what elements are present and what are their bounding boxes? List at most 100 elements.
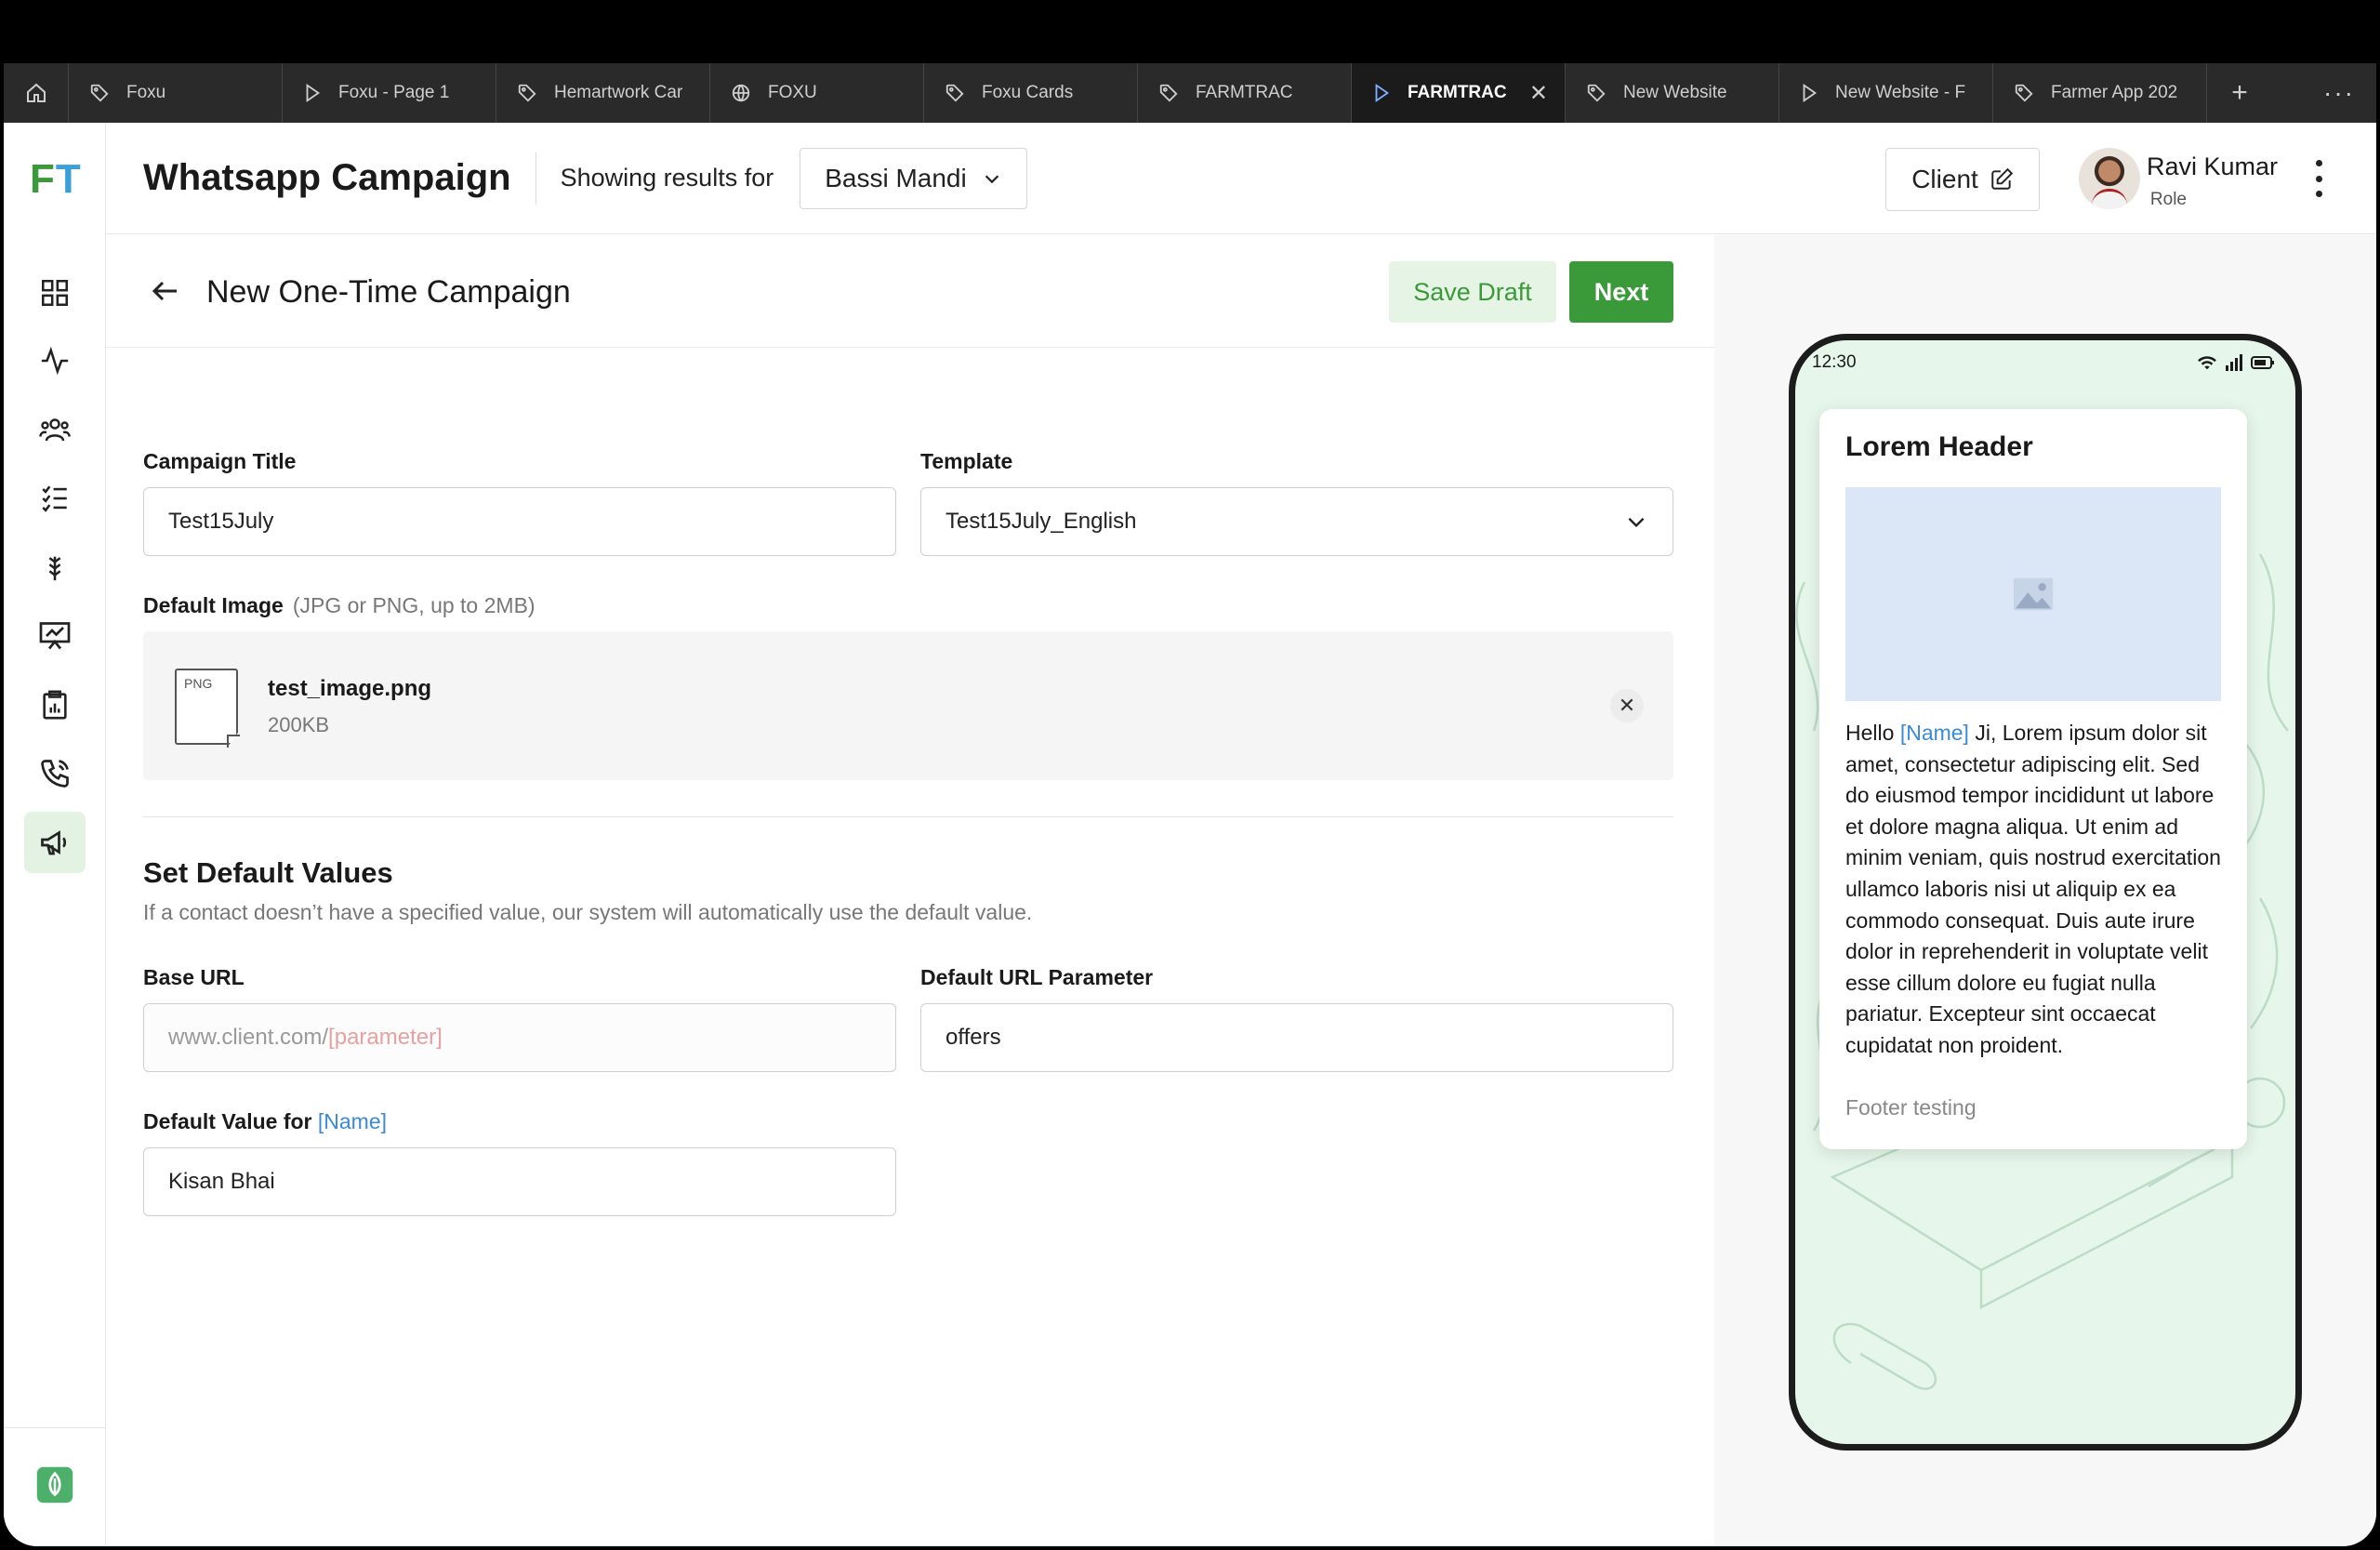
browser-tab[interactable]: FARMTRAC [1138,63,1352,123]
file-type-label: PNG [184,676,213,691]
sidebar-item-campaigns[interactable] [24,812,86,873]
clipboard-chart-icon [43,690,67,720]
home-tab[interactable] [4,63,69,123]
tab-label: FARMTRAC [1408,83,1507,102]
tag-icon [1158,83,1179,103]
back-button[interactable] [149,274,182,312]
campaign-title-value: Test15July [168,509,274,534]
phone-mockup: 12:30 Lorem Header Hello [Name] Ji, Lore… [1789,334,2302,1451]
browser-tab[interactable]: New Website [1566,63,1779,123]
sidebar-item-contacts[interactable] [24,399,86,460]
message-name-variable: [Name] [1899,721,1969,745]
template-select[interactable]: Test15July_English [920,487,1673,556]
campaign-title-input[interactable]: Test15July [143,487,896,556]
logo-letter-t: T [55,156,82,202]
browser-tab[interactable]: Hemartwork Car [496,63,710,123]
battery-icon [2251,356,2274,369]
browser-tab[interactable]: Farmer App 202 [1993,63,2207,123]
message-preview-pane: 12:30 Lorem Header Hello [Name] Ji, Lore… [1714,235,2376,1546]
tag-icon [89,83,110,103]
message-greeting: Hello [1845,721,1895,745]
tag-icon [945,83,965,103]
base-url-label: Base URL [143,965,245,989]
file-fold-corner [227,735,240,748]
default-image-hint: (JPG or PNG, up to 2MB) [292,593,536,617]
tab-label: Farmer App 202 [2051,83,2178,102]
phone-status-bar: 12:30 [1812,350,2275,376]
tag-icon [2014,83,2034,103]
message-body: Hello [Name] Ji, Lorem ipsum dolor sit a… [1845,718,2227,1062]
more-vertical-icon[interactable] [2309,160,2328,197]
megaphone-icon [41,830,67,855]
whatsapp-message-card: Lorem Header Hello [Name] Ji, Lorem ipsu… [1819,409,2247,1149]
sidebar-item-calls[interactable] [24,743,86,804]
url-parameter-input[interactable]: offers [920,1003,1673,1072]
tab-label: Foxu [126,83,166,102]
wheat-icon [48,556,61,581]
page-title: Whatsapp Campaign [143,157,511,198]
client-button[interactable]: Client [1885,148,2040,211]
sidebar-item-dashboard[interactable] [24,262,86,324]
sidebar-item-settings[interactable] [24,1530,86,1546]
browser-tab[interactable]: New Website - F [1779,63,1993,123]
message-image-placeholder [1845,487,2221,701]
tab-label: New Website - F [1835,83,1966,102]
location-value: Bassi Mandi [825,163,967,192]
browser-tab[interactable]: Foxu - Page 1 [283,63,496,123]
uploaded-file-card: PNG test_image.png 200KB ✕ [143,631,1673,780]
file-name: test_image.png [268,676,432,701]
browser-tab[interactable]: Foxu [69,63,283,123]
top-header: Whatsapp Campaign Showing results for Ba… [106,123,2376,234]
defaults-section-description: If a contact doesn’t have a specified va… [143,900,1033,924]
client-button-label: Client [1911,165,1978,193]
url-parameter-label: Default URL Parameter [920,965,1154,989]
next-button[interactable]: Next [1569,261,1673,323]
save-draft-button[interactable]: Save Draft [1389,261,1556,323]
activity-icon [41,346,69,376]
sidebar-item-analytics[interactable] [24,605,86,667]
default-image-label-text: Default Image [143,593,284,617]
play-icon [1800,83,1818,103]
tab-label: Foxu - Page 1 [338,83,450,102]
location-select[interactable]: Bassi Mandi [800,147,1027,209]
browser-tab[interactable]: Foxu Cards [924,63,1138,123]
home-icon [26,83,46,102]
template-label: Template [920,449,1013,473]
wifi-icon [2198,356,2216,370]
base-url-input[interactable]: www.client.com/[parameter] [143,1003,896,1072]
sidebar-divider [4,1427,106,1428]
default-name-label: Default Value for [Name] [143,1109,387,1134]
default-name-value: Kisan Bhai [168,1169,275,1194]
browser-tab[interactable]: FARMTRAC ✕ [1352,63,1566,123]
avatar[interactable] [2079,148,2140,209]
file-size: 200KB [268,713,330,736]
tab-list: Foxu Foxu - Page 1 Hemartwork Car FOXU Foxu … [69,63,2207,123]
close-tab-icon[interactable]: ✕ [1529,80,1548,107]
chevron-down-icon [1628,517,1645,528]
globe-icon [731,83,751,103]
close-icon: ✕ [1618,694,1636,717]
new-tab-button[interactable]: + [2207,63,2272,123]
sidebar-item-org[interactable] [24,1454,86,1516]
remove-file-button[interactable]: ✕ [1610,689,1644,722]
message-body-text: Ji, Lorem ipsum dolor sit amet, consecte… [1845,721,2221,1057]
browser-tab[interactable]: FOXU [710,63,924,123]
base-url-placeholder: www.client.com/ [168,1025,329,1050]
tab-overflow-button[interactable]: ··· [2302,63,2376,123]
sidebar-item-reports[interactable] [24,674,86,735]
plus-icon: + [2231,77,2248,108]
url-parameter-value: offers [945,1025,1001,1050]
defaults-section-title: Set Default Values [143,856,393,889]
sidebar-item-tasks[interactable] [24,468,86,529]
logo-letter-f: F [30,156,56,202]
user-role: Role [2149,190,2187,209]
sidebar-item-crops[interactable] [24,537,86,598]
app-logo[interactable]: FT [30,156,82,203]
browser-tab-bar: Foxu Foxu - Page 1 Hemartwork Car FOXU Foxu … [4,63,2376,123]
play-icon [1372,83,1391,103]
default-name-input[interactable]: Kisan Bhai [143,1147,896,1216]
wrench-icon [38,1544,72,1546]
presentation-chart-icon [39,622,71,650]
showing-results-label: Showing results for [560,164,774,192]
sidebar-item-activity[interactable] [24,330,86,391]
